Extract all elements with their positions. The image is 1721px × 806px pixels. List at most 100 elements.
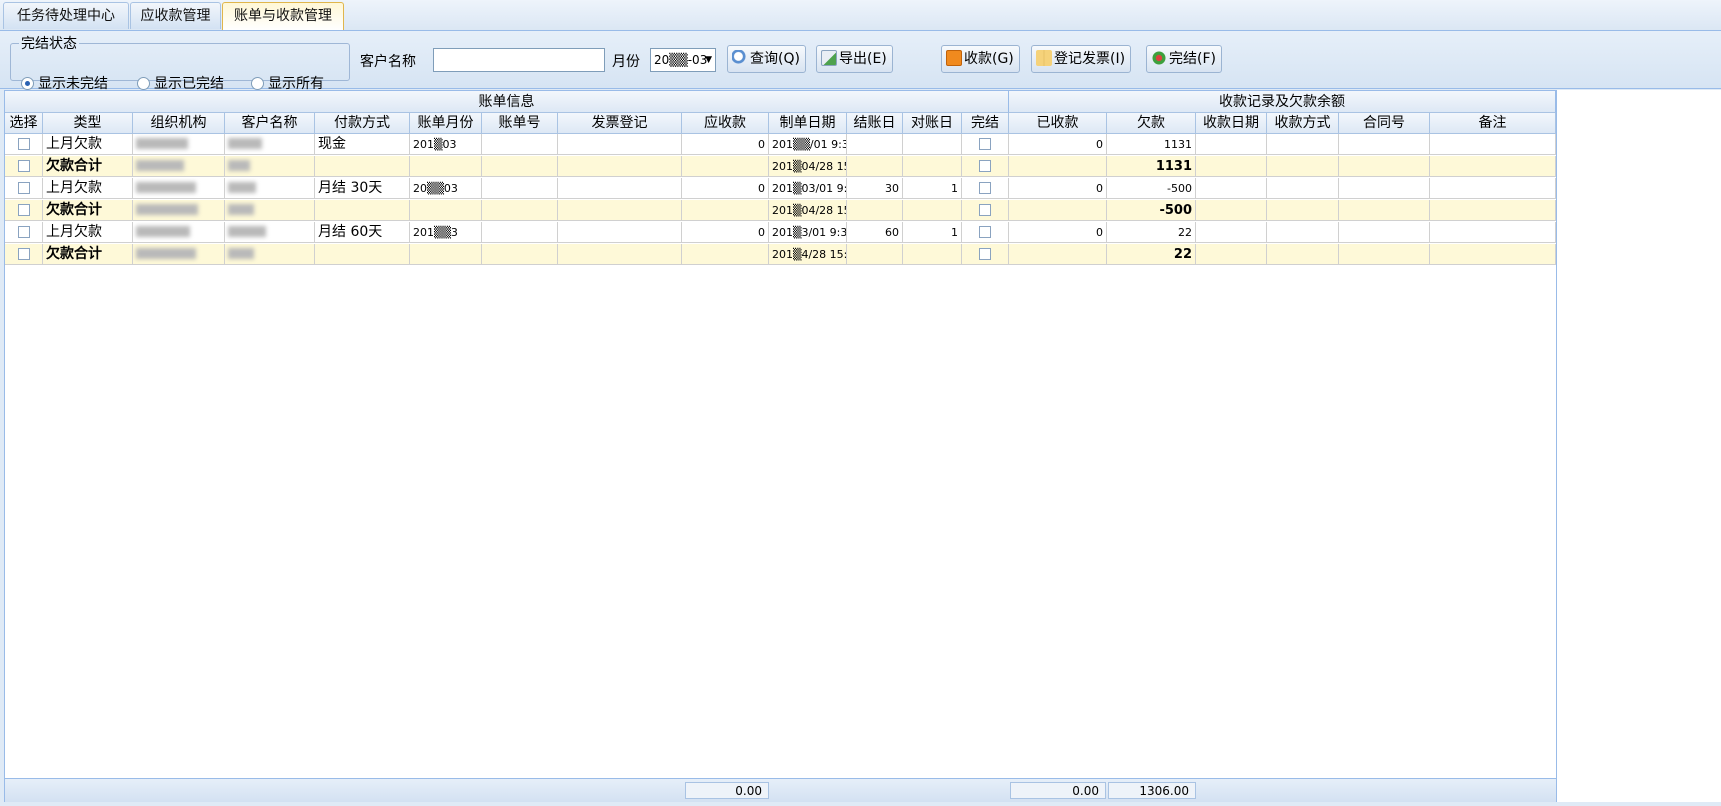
receive-button[interactable]: 收款(G) <box>941 45 1020 73</box>
cell-create-date: 201▒▒/01 9:3 <box>769 134 847 155</box>
col-header-customer[interactable]: 客户名称 <box>225 113 315 134</box>
cell-finished <box>962 156 1009 177</box>
col-header-org[interactable]: 组织机构 <box>133 113 225 134</box>
cell-contract-no <box>1339 244 1430 265</box>
cell-invoice <box>558 156 682 177</box>
cell-receivable <box>682 156 769 177</box>
cell-debt: 22 <box>1107 222 1196 243</box>
receive-label: 收款(G) <box>964 51 1014 67</box>
tab-receivables[interactable]: 应收款管理 <box>130 2 221 29</box>
cell-finished <box>962 222 1009 243</box>
cell-check-day: 1 <box>903 178 962 199</box>
col-header-bill-no[interactable]: 账单号 <box>482 113 558 134</box>
radio-indicator <box>251 77 264 90</box>
cell-org <box>133 222 225 243</box>
cell-bill-no <box>482 156 558 177</box>
cell-receipt-date <box>1196 178 1267 199</box>
table-row[interactable]: 欠款合计 201▒4/28 15: 22 <box>5 244 1556 265</box>
col-header-create-date[interactable]: 制单日期 <box>769 113 847 134</box>
col-header-pay-method[interactable]: 付款方式 <box>315 113 410 134</box>
col-header-received[interactable]: 已收款 <box>1009 113 1107 134</box>
cell-bill-no <box>482 244 558 265</box>
customer-input[interactable] <box>433 48 605 72</box>
cell-invoice <box>558 200 682 221</box>
table-row[interactable]: 上月欠款 月结 30天 20▒▒03 0 201▒03/01 9:3 30 1 0 -500 <box>5 178 1556 199</box>
col-header-contract-no[interactable]: 合同号 <box>1339 113 1430 134</box>
finished-checkbox[interactable] <box>979 160 991 172</box>
cell-create-date: 201▒3/01 9:3 <box>769 222 847 243</box>
cell-bill-no <box>482 222 558 243</box>
cell-settle-day: 60 <box>847 222 903 243</box>
cell-receipt-method <box>1267 200 1339 221</box>
cell-org <box>133 244 225 265</box>
row-checkbox[interactable] <box>17 226 30 238</box>
register-invoice-button[interactable]: 登记发票(I) <box>1031 45 1132 73</box>
finish-button[interactable]: 完结(F) <box>1146 45 1222 73</box>
finished-checkbox[interactable] <box>979 226 991 238</box>
row-checkbox[interactable] <box>17 160 30 172</box>
cell-debt: -500 <box>1107 178 1196 199</box>
table-row[interactable]: 欠款合计 201▒04/28 15: -500 <box>5 200 1556 221</box>
bill-grid: 账单信息 收款记录及欠款余额 选择 类型 组织机构 客户名称 付款方式 账单月份 账单号 发票… <box>4 90 1557 802</box>
redacted-customer <box>228 204 254 215</box>
col-header-bill-month[interactable]: 账单月份 <box>410 113 482 134</box>
cell-type: 上月欠款 <box>43 222 133 243</box>
cell-debt: 1131 <box>1107 134 1196 155</box>
finished-checkbox[interactable] <box>979 204 991 216</box>
col-header-debt[interactable]: 欠款 <box>1107 113 1196 134</box>
col-header-select[interactable]: 选择 <box>5 113 43 134</box>
col-header-finished[interactable]: 完结 <box>962 113 1009 134</box>
cell-select <box>5 156 43 177</box>
redacted-customer <box>228 248 254 259</box>
cell-customer <box>225 244 315 265</box>
month-select[interactable]: 20▒▒-03 ▼ <box>650 48 716 72</box>
finish-icon <box>1151 50 1167 66</box>
row-checkbox[interactable] <box>17 138 30 150</box>
cell-receipt-method <box>1267 244 1339 265</box>
col-header-check-day[interactable]: 对账日 <box>903 113 962 134</box>
cell-bill-no <box>482 134 558 155</box>
cell-bill-month <box>410 156 482 177</box>
cell-finished <box>962 200 1009 221</box>
cell-received <box>1009 244 1107 265</box>
cell-type: 欠款合计 <box>43 200 133 221</box>
finished-checkbox[interactable] <box>979 138 991 150</box>
cell-receivable <box>682 244 769 265</box>
finished-checkbox[interactable] <box>979 182 991 194</box>
col-header-receipt-method[interactable]: 收款方式 <box>1267 113 1339 134</box>
footer-received-total: 0.00 <box>1010 782 1106 799</box>
cell-settle-day <box>847 200 903 221</box>
row-checkbox[interactable] <box>17 182 30 194</box>
cell-bill-month: 201▒03 <box>410 134 482 155</box>
cell-received: 0 <box>1009 178 1107 199</box>
cell-customer <box>225 200 315 221</box>
table-row[interactable]: 上月欠款 现金 201▒03 0 201▒▒/01 9:3 0 1131 <box>5 134 1556 155</box>
col-header-invoice[interactable]: 发票登记 <box>558 113 682 134</box>
chevron-down-icon: ▼ <box>705 55 712 65</box>
export-button[interactable]: 导出(E) <box>816 45 893 73</box>
cell-select <box>5 134 43 155</box>
redacted-org <box>136 204 198 215</box>
cell-finished <box>962 178 1009 199</box>
tab-task-center[interactable]: 任务待处理中心 <box>3 2 129 29</box>
cell-bill-month <box>410 200 482 221</box>
cell-create-date: 201▒03/01 9:3 <box>769 178 847 199</box>
col-header-receipt-date[interactable]: 收款日期 <box>1196 113 1267 134</box>
cell-received <box>1009 156 1107 177</box>
table-row[interactable]: 上月欠款 月结 60天 201▒▒3 0 201▒3/01 9:3 60 1 0 22 <box>5 222 1556 243</box>
table-row[interactable]: 欠款合计 201▒04/28 15: 1131 <box>5 156 1556 177</box>
col-header-type[interactable]: 类型 <box>43 113 133 134</box>
col-header-receivable[interactable]: 应收款 <box>682 113 769 134</box>
row-checkbox[interactable] <box>17 248 30 260</box>
row-checkbox[interactable] <box>17 204 30 216</box>
query-button[interactable]: 查询(Q) <box>727 45 806 73</box>
cell-remark <box>1430 222 1556 243</box>
tab-bills-collections[interactable]: 账单与收款管理 <box>222 2 344 30</box>
col-header-settle-day[interactable]: 结账日 <box>847 113 903 134</box>
finish-label: 完结(F) <box>1169 51 1216 67</box>
cell-pay-method: 月结 60天 <box>315 222 410 243</box>
col-header-remark[interactable]: 备注 <box>1430 113 1556 134</box>
toolbar: 完结状态 显示未完结 显示已完结 显示所有 客户名称 月份 20▒▒-03 ▼ … <box>0 31 1721 92</box>
finished-checkbox[interactable] <box>979 248 991 260</box>
cell-remark <box>1430 156 1556 177</box>
